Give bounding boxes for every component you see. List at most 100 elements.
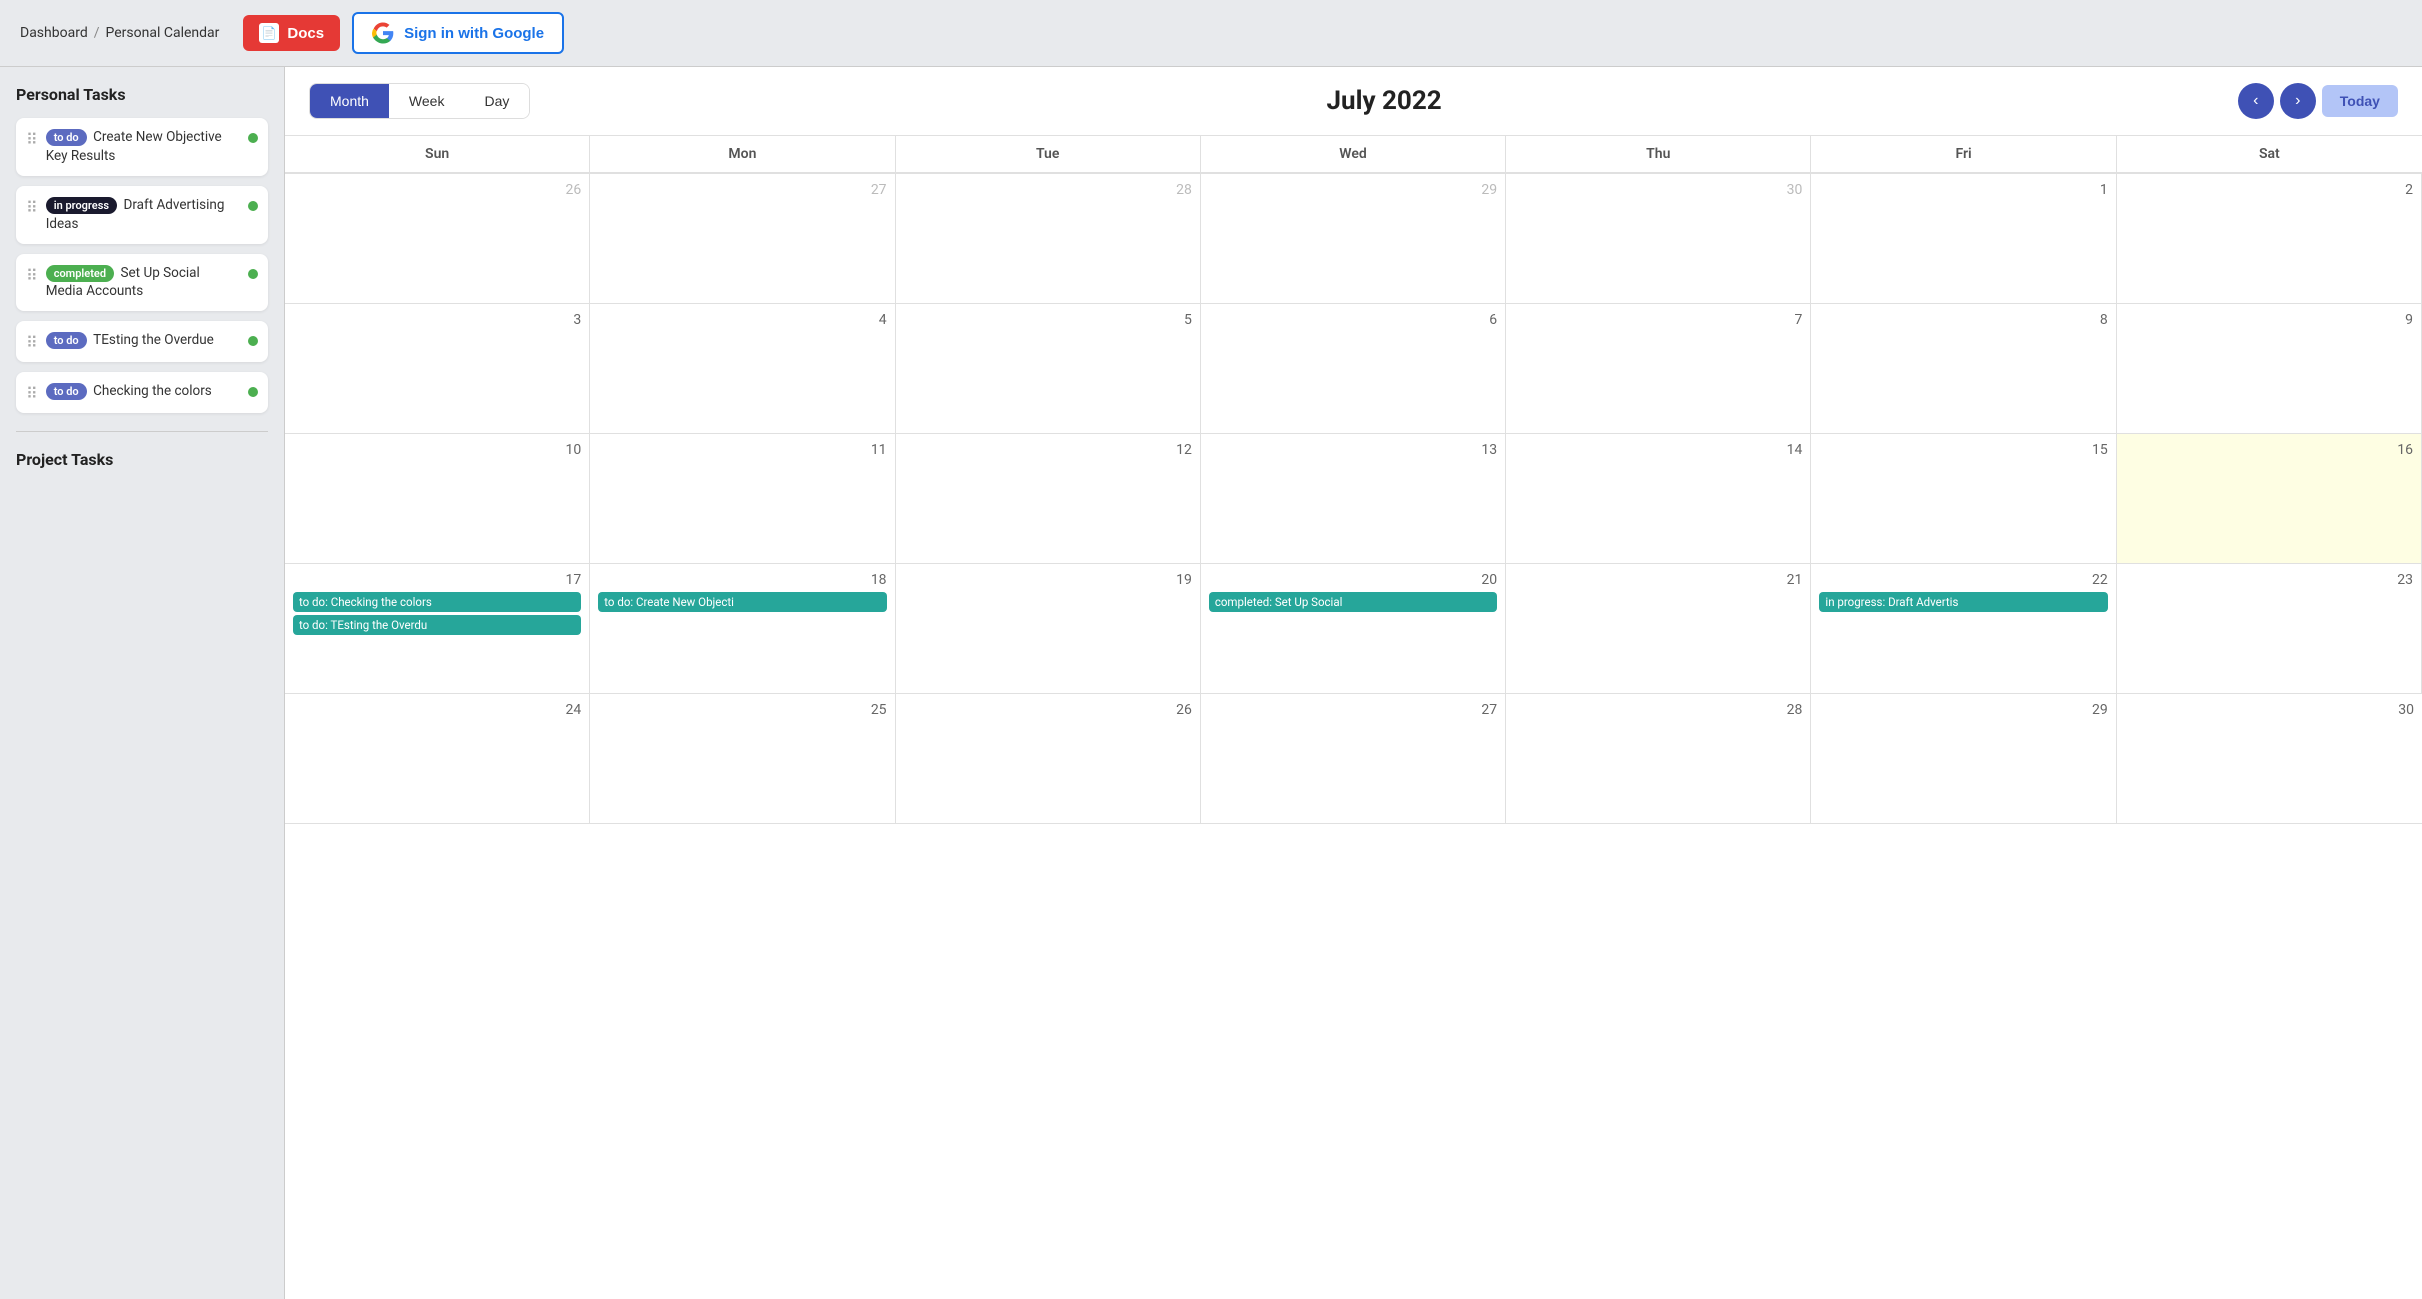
- cal-cell-w4-d3[interactable]: 27: [1201, 694, 1506, 824]
- google-signin-label: Sign in with Google: [404, 25, 544, 42]
- cal-cell-w3-d3[interactable]: 20completed: Set Up Social: [1201, 564, 1506, 694]
- cal-cell-w0-d4[interactable]: 30: [1506, 174, 1811, 304]
- cal-cell-w0-d3[interactable]: 29: [1201, 174, 1506, 304]
- view-month-button[interactable]: Month: [310, 84, 389, 118]
- drag-handle-4[interactable]: ⠿: [26, 333, 38, 352]
- day-num-w0-d0: 26: [293, 182, 581, 198]
- docs-button[interactable]: 📄 Docs: [243, 15, 340, 51]
- cal-cell-w1-d3[interactable]: 6: [1201, 304, 1506, 434]
- cal-cell-w4-d1[interactable]: 25: [590, 694, 895, 824]
- day-num-w2-d4: 14: [1514, 442, 1802, 458]
- cal-cell-w3-d0[interactable]: 17to do: Checking the colorsto do: TEsti…: [285, 564, 590, 694]
- cal-event-w3-d0-e1[interactable]: to do: TEsting the Overdu: [293, 615, 581, 635]
- cal-cell-w0-d6[interactable]: 2: [2117, 174, 2422, 304]
- task-badge-5: to do: [46, 383, 87, 400]
- breadcrumb-personal-calendar[interactable]: Personal Calendar: [106, 25, 220, 41]
- cal-cell-w2-d0[interactable]: 10: [285, 434, 590, 564]
- cal-cell-w4-d5[interactable]: 29: [1811, 694, 2116, 824]
- cal-cell-w0-d5[interactable]: 1: [1811, 174, 2116, 304]
- day-num-w1-d5: 8: [1819, 312, 2107, 328]
- task-badge-3: completed: [46, 265, 114, 282]
- dow-fri: Fri: [1811, 136, 2116, 173]
- day-num-w3-d5: 22: [1819, 572, 2107, 588]
- day-num-w1-d2: 5: [904, 312, 1192, 328]
- cal-cell-w3-d2[interactable]: 19: [896, 564, 1201, 694]
- task-badge-2: in progress: [46, 197, 117, 214]
- view-day-button[interactable]: Day: [464, 84, 529, 118]
- cal-cell-w4-d0[interactable]: 24: [285, 694, 590, 824]
- task-title-4: TEsting the Overdue: [93, 332, 214, 348]
- task-dot-5: [248, 387, 258, 397]
- cal-cell-w0-d0[interactable]: 26: [285, 174, 590, 304]
- google-signin-button[interactable]: Sign in with Google: [352, 12, 564, 54]
- cal-cell-w3-d6[interactable]: 23: [2117, 564, 2422, 694]
- day-num-w0-d1: 27: [598, 182, 886, 198]
- day-num-w1-d1: 4: [598, 312, 886, 328]
- task-item-3[interactable]: ⠿ completed Set Up Social Media Accounts: [16, 254, 268, 312]
- task-item-5[interactable]: ⠿ to do Checking the colors: [16, 372, 268, 413]
- day-num-w2-d3: 13: [1209, 442, 1497, 458]
- day-num-w1-d3: 6: [1209, 312, 1497, 328]
- drag-handle-2[interactable]: ⠿: [26, 198, 38, 217]
- task-dot-2: [248, 201, 258, 211]
- day-num-w2-d1: 11: [598, 442, 886, 458]
- calendar-area: Month Week Day July 2022 ‹ › Today Sun M…: [285, 67, 2422, 1299]
- cal-cell-w1-d2[interactable]: 5: [896, 304, 1201, 434]
- cal-cell-w4-d4[interactable]: 28: [1506, 694, 1811, 824]
- day-num-w3-d1: 18: [598, 572, 886, 588]
- cal-cell-w2-d2[interactable]: 12: [896, 434, 1201, 564]
- dow-thu: Thu: [1506, 136, 1811, 173]
- task-dot-4: [248, 336, 258, 346]
- cal-cell-w2-d4[interactable]: 14: [1506, 434, 1811, 564]
- cal-cell-w3-d1[interactable]: 18 to do: Create New Objecti: [590, 564, 895, 694]
- cal-cell-w1-d6[interactable]: 9: [2117, 304, 2422, 434]
- cal-cell-w1-d5[interactable]: 8: [1811, 304, 2116, 434]
- task-item-2[interactable]: ⠿ in progress Draft Advertising Ideas: [16, 186, 268, 244]
- cal-event-w3-d1-e0[interactable]: to do: Create New Objecti: [598, 592, 886, 612]
- cal-cell-w1-d4[interactable]: 7: [1506, 304, 1811, 434]
- task-content-3: completed Set Up Social Media Accounts: [46, 264, 240, 302]
- view-week-button[interactable]: Week: [389, 84, 465, 118]
- sidebar: Personal Tasks ⠿ to do Create New Object…: [0, 67, 285, 1299]
- task-content-1: to do Create New Objective Key Results: [46, 128, 240, 166]
- task-item-1[interactable]: ⠿ to do Create New Objective Key Results: [16, 118, 268, 176]
- cal-cell-w1-d0[interactable]: 3: [285, 304, 590, 434]
- next-month-button[interactable]: ›: [2280, 83, 2316, 119]
- day-num-w0-d5: 1: [1819, 182, 2107, 198]
- personal-tasks-title: Personal Tasks: [16, 85, 268, 104]
- calendar-grid: 26272829301234567891011121314151617to do…: [285, 174, 2422, 824]
- breadcrumb-dashboard[interactable]: Dashboard: [20, 25, 88, 41]
- task-content-5: to do Checking the colors: [46, 382, 240, 401]
- task-dot-3: [248, 269, 258, 279]
- cal-event-w3-d0-e0[interactable]: to do: Checking the colors: [293, 592, 581, 612]
- prev-month-button[interactable]: ‹: [2238, 83, 2274, 119]
- cal-cell-w3-d4[interactable]: 21: [1506, 564, 1811, 694]
- cal-event-w3-d5-e0[interactable]: in progress: Draft Advertis: [1819, 592, 2107, 612]
- day-num-w2-d0: 10: [293, 442, 581, 458]
- task-item-4[interactable]: ⠿ to do TEsting the Overdue: [16, 321, 268, 362]
- dow-sun: Sun: [285, 136, 590, 173]
- cal-cell-w0-d2[interactable]: 28: [896, 174, 1201, 304]
- calendar-title: July 2022: [1326, 86, 1441, 116]
- day-num-w4-d2: 26: [904, 702, 1192, 718]
- drag-handle-3[interactable]: ⠿: [26, 266, 38, 285]
- cal-cell-w4-d2[interactable]: 26: [896, 694, 1201, 824]
- project-tasks-title: Project Tasks: [16, 450, 268, 469]
- drag-handle-1[interactable]: ⠿: [26, 130, 38, 149]
- dow-mon: Mon: [590, 136, 895, 173]
- today-button[interactable]: Today: [2322, 85, 2398, 117]
- day-num-w3-d4: 21: [1514, 572, 1802, 588]
- cal-event-w3-d3-e0[interactable]: completed: Set Up Social: [1209, 592, 1497, 612]
- cal-cell-w3-d5[interactable]: 22 in progress: Draft Advertis: [1811, 564, 2116, 694]
- cal-cell-w2-d5[interactable]: 15: [1811, 434, 2116, 564]
- docs-icon: 📄: [259, 23, 279, 43]
- cal-cell-w2-d3[interactable]: 13: [1201, 434, 1506, 564]
- breadcrumb: Dashboard / Personal Calendar: [20, 25, 219, 41]
- cal-cell-w1-d1[interactable]: 4: [590, 304, 895, 434]
- cal-cell-w2-d6[interactable]: 16: [2117, 434, 2422, 564]
- cal-cell-w2-d1[interactable]: 11: [590, 434, 895, 564]
- cal-cell-w4-d6[interactable]: 30: [2117, 694, 2422, 824]
- drag-handle-5[interactable]: ⠿: [26, 384, 38, 403]
- day-num-w1-d4: 7: [1514, 312, 1802, 328]
- cal-cell-w0-d1[interactable]: 27: [590, 174, 895, 304]
